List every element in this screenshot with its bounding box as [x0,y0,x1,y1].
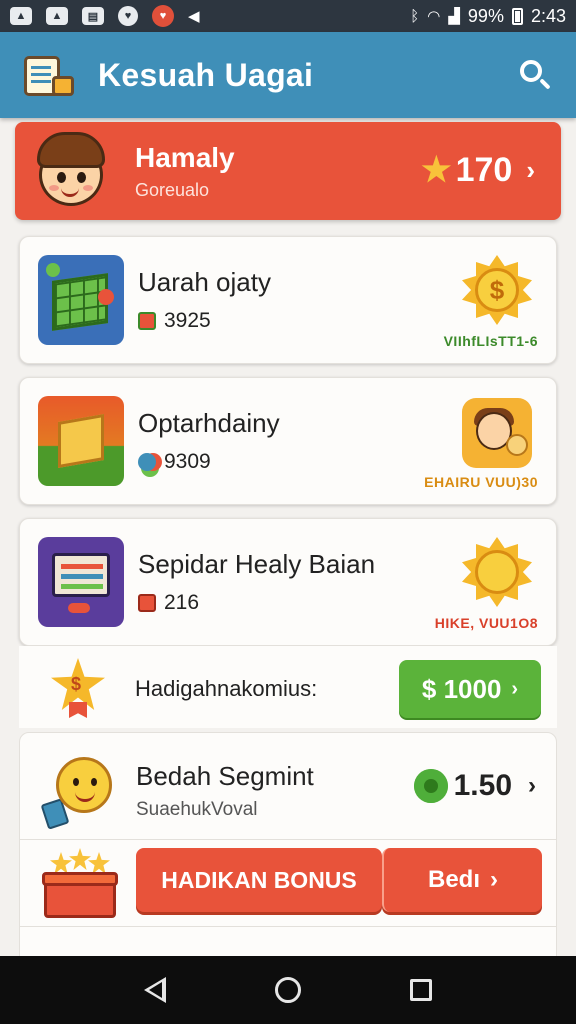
gear-icon [413,769,448,803]
photo-icon: ▲ [10,7,32,25]
offer-caption: HIKE, VUU1O8 [434,615,538,631]
star-icon: $ [49,656,109,720]
app-icon: ♥ [152,5,174,27]
offer-title: Sepidar Healy Baian [138,549,376,579]
back-icon[interactable] [144,977,167,1003]
chat-icon: ▤ [82,7,104,25]
segment-card[interactable]: Bedah Segmint SuaehukVoval 1.50 › [19,732,557,840]
offer-card[interactable]: Uarah ojaty 3925 $ VIIhfLIsTT1-6 [19,236,557,364]
clock: 2:43 [530,5,566,26]
segment-title: Bedah Segmint [136,761,314,791]
next-button-label: Bedı [427,866,480,893]
star-icon: ★ [421,151,452,189]
claim-bonus-button[interactable]: $ 1000 › [399,660,541,718]
segment-reward[interactable]: 1.50 › [413,769,536,803]
flag-icon [138,594,156,612]
chevron-right-icon: › [490,866,498,893]
bluetooth-icon: ᛒ [410,7,420,25]
segment-reward-value: 1.50 [453,769,512,802]
action-row: HADIKAN BONUS Bedı › [19,840,557,926]
app-bar: Kesuah Uagai [0,32,576,118]
photo-icon: ▲ [46,7,68,25]
chevron-right-icon: › [526,154,535,185]
profile-name: Hamaly [135,142,235,173]
points-display[interactable]: ★ 170 › [421,150,535,190]
offer-caption: VIIhfLIsTT1-6 [443,333,538,349]
avatar [35,130,107,210]
wifi-icon: ◠ [427,8,441,25]
next-button[interactable]: Bedı › [382,848,542,912]
gift-icon [138,312,156,330]
character-icon [458,392,536,470]
offer-meta: 9309 [138,450,211,474]
mascot-icon [40,749,122,831]
segment-subtitle: SuaehukVoval [136,799,258,820]
coin-icon: $ [458,251,536,329]
status-bar: ▲ ▲ ▤ ♥ ♥ ◀ ᛒ ◠ ▟ 99% 2:43 [0,0,576,32]
chevron-right-icon: › [511,677,519,700]
app-title: Kesuah Uagai [98,56,314,93]
battery-icon [511,7,523,25]
signal-icon: ▟ [448,8,460,25]
offer-meta: 3925 [138,309,211,333]
bonus-row: $ Hadigahnakomius: $ 1000 › [19,646,557,728]
offer-thumbnail [38,255,124,345]
claim-bonus-label: $ 1000 [421,673,502,704]
offer-thumbnail [38,537,124,627]
search-icon[interactable] [514,55,554,95]
chevron-right-icon: › [528,772,536,799]
battery-percent: 99% [467,5,504,26]
offer-title: Uarah ojaty [138,267,271,297]
offer-title: Optarhdainy [138,408,280,438]
offer-meta: 216 [138,591,199,615]
send-icon: ◀ [188,8,200,25]
offer-value: 3925 [164,309,211,332]
location-icon: ♥ [118,6,138,26]
sun-icon [458,533,536,611]
points-value: 170 [455,150,513,189]
notification-icons: ▲ ▲ ▤ ♥ ♥ ◀ [10,5,200,27]
profile-card[interactable]: Hamaly Gorеualo ★ 170 › [15,122,561,220]
offer-card[interactable]: Sepidar Healy Baian 216 HIKE, VUU1O8 [19,518,557,646]
offer-value: 216 [164,591,200,614]
offer-card[interactable]: Optarhdainy 9309 EHAIRU VUU)30 [19,377,557,505]
navigation-bar [0,956,576,1024]
profile-subtitle: Gorеualo [135,180,210,200]
home-icon[interactable] [274,977,301,1003]
offer-caption: EHAIRU VUU)30 [424,474,538,490]
dots-icon [138,453,156,471]
list-item [19,926,557,956]
clipboard-icon [22,50,76,100]
bonus-button[interactable]: HADIKAN BONUS [136,848,382,912]
recent-apps-icon[interactable] [409,979,432,1001]
offer-value: 9309 [164,450,211,473]
offer-thumbnail [38,396,124,486]
treasure-chest-icon [42,848,118,920]
bonus-label: Hadigahnakomius: [135,676,318,701]
